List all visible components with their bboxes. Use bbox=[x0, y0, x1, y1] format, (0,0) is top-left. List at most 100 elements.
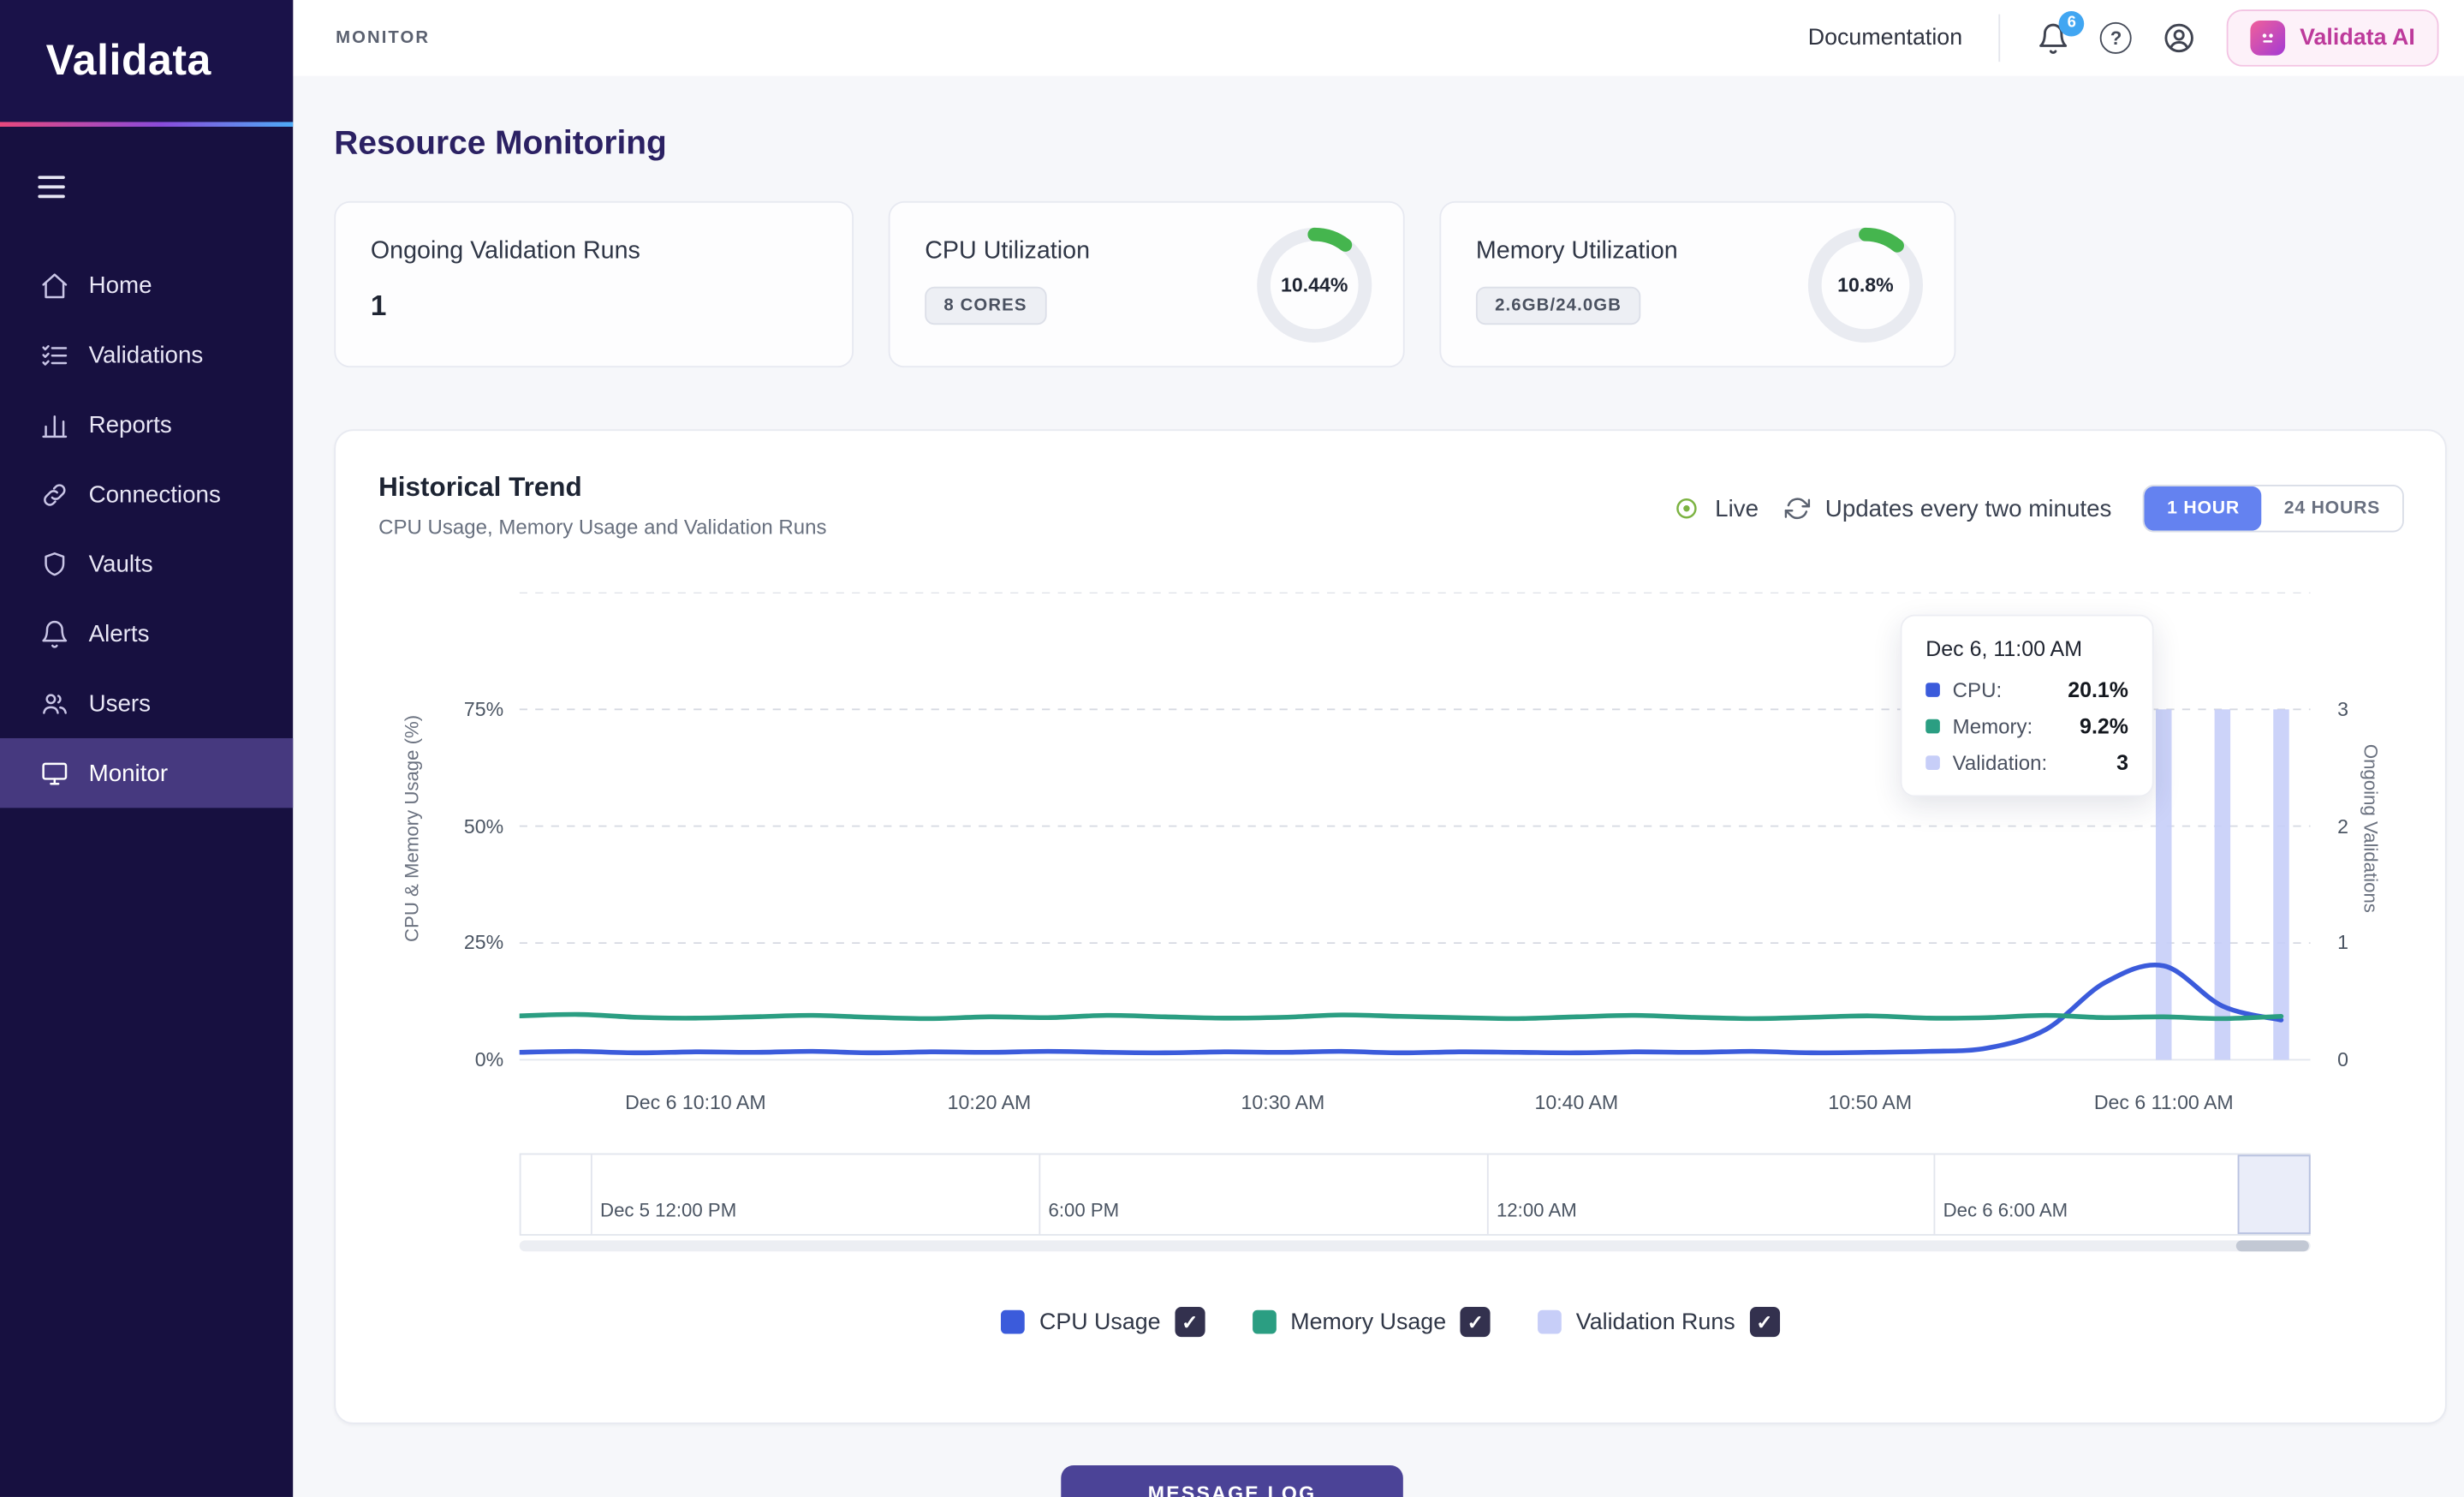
stat-card-cpu: CPU Utilization 8 CORES 10.44% bbox=[889, 201, 1405, 367]
sidebar-item-alerts[interactable]: Alerts bbox=[0, 599, 293, 669]
y-tick-left: 25% bbox=[464, 928, 503, 957]
legend-checkbox-validation[interactable] bbox=[1749, 1307, 1779, 1337]
message-log-button[interactable]: MESSAGE LOG bbox=[1061, 1465, 1403, 1497]
checklist-icon bbox=[39, 340, 69, 370]
x-tick: 10:30 AM bbox=[1172, 1091, 1394, 1113]
help-icon bbox=[2100, 22, 2132, 54]
cpu-cores-badge: 8 CORES bbox=[925, 287, 1046, 325]
validata-ai-icon bbox=[2251, 21, 2286, 56]
validation-bar bbox=[2156, 709, 2171, 1059]
chart-scrollbar-thumb[interactable] bbox=[2236, 1240, 2309, 1251]
legend-checkbox-cpu[interactable] bbox=[1175, 1307, 1205, 1337]
logo-area: Validata bbox=[0, 0, 293, 122]
legend-item-cpu: CPU Usage bbox=[1002, 1307, 1205, 1337]
stat-title: CPU Utilization bbox=[925, 237, 1090, 265]
shield-icon bbox=[39, 549, 69, 579]
users-icon bbox=[39, 689, 69, 719]
brand-logo[interactable]: Validata bbox=[46, 37, 211, 86]
historical-trend-card: Historical Trend CPU Usage, Memory Usage… bbox=[334, 429, 2446, 1424]
stat-title: Ongoing Validation Runs bbox=[371, 237, 818, 265]
memory-swatch bbox=[1925, 719, 1940, 734]
stat-title: Memory Utilization bbox=[1476, 237, 1678, 265]
sidebar-item-label: Connections bbox=[89, 481, 221, 508]
series-memory-usage bbox=[520, 1015, 2282, 1019]
account-icon bbox=[2162, 21, 2197, 56]
sidebar-item-reports[interactable]: Reports bbox=[0, 390, 293, 459]
sidebar-item-monitor[interactable]: Monitor bbox=[0, 738, 293, 808]
chart-tooltip: Dec 6, 11:00 AM CPU: 20.1% Memory: 9.2% … bbox=[1901, 615, 2154, 797]
sidebar-nav: Home Validations Reports Connections Vau… bbox=[0, 251, 293, 808]
x-tick: 10:40 AM bbox=[1466, 1091, 1687, 1113]
legend-label-cpu: CPU Usage bbox=[1039, 1309, 1161, 1335]
cpu-swatch bbox=[1925, 683, 1940, 697]
x-tick: 10:50 AM bbox=[1759, 1091, 1981, 1113]
account-button[interactable] bbox=[2162, 21, 2197, 56]
bar-chart-icon bbox=[39, 409, 69, 439]
notification-badge: 6 bbox=[2059, 10, 2085, 36]
brush-tick-label: Dec 5 12:00 PM bbox=[600, 1199, 736, 1221]
brand-gradient-divider bbox=[0, 122, 293, 127]
sidebar-item-label: Reports bbox=[89, 411, 172, 438]
breadcrumb: MONITOR bbox=[336, 28, 430, 47]
chart-legend: CPU Usage Memory Usage Validation Runs bbox=[336, 1307, 2445, 1337]
y-tick-left: 0% bbox=[475, 1046, 503, 1074]
y-tick-right: 0 bbox=[2337, 1046, 2348, 1074]
sidebar-item-home[interactable]: Home bbox=[0, 251, 293, 320]
validation-swatch bbox=[1925, 755, 1940, 770]
tooltip-row-memory: Memory: 9.2% bbox=[1925, 714, 2128, 738]
sidebar-item-label: Home bbox=[89, 272, 152, 299]
cpu-percent-label: 10.44% bbox=[1254, 224, 1375, 345]
legend-checkbox-memory[interactable] bbox=[1461, 1307, 1491, 1337]
y-tick-right: 1 bbox=[2337, 928, 2348, 957]
link-icon bbox=[39, 480, 69, 510]
legend-swatch-validation bbox=[1538, 1310, 1562, 1334]
x-tick: Dec 6 10:10 AM bbox=[585, 1091, 806, 1113]
y-tick-right: 3 bbox=[2337, 695, 2348, 724]
sidebar-item-label: Users bbox=[89, 690, 151, 717]
brush-tick-line bbox=[1487, 1154, 1489, 1233]
memory-usage-badge: 2.6GB/24.0GB bbox=[1476, 287, 1640, 325]
brush-tick-label: 12:00 AM bbox=[1497, 1199, 1577, 1221]
sidebar-toggle-button[interactable] bbox=[38, 176, 64, 198]
documentation-link[interactable]: Documentation bbox=[1808, 26, 1962, 51]
legend-label-validation: Validation Runs bbox=[1576, 1309, 1735, 1335]
series-cpu-usage bbox=[520, 965, 2282, 1053]
memory-percent-label: 10.8% bbox=[1806, 224, 1926, 345]
hamburger-icon bbox=[38, 176, 64, 179]
validata-ai-button[interactable]: Validata AI bbox=[2227, 9, 2439, 67]
validata-ai-label: Validata AI bbox=[2300, 26, 2415, 51]
notifications-button[interactable]: 6 bbox=[2037, 21, 2070, 55]
sidebar-item-users[interactable]: Users bbox=[0, 669, 293, 738]
legend-swatch-cpu bbox=[1002, 1310, 1026, 1334]
main-content: Resource Monitoring Ongoing Validation R… bbox=[293, 76, 2464, 1497]
y-tick-left: 50% bbox=[464, 812, 503, 840]
brush-tick-label: 6:00 PM bbox=[1049, 1199, 1120, 1221]
y-tick-left: 75% bbox=[464, 695, 503, 724]
topbar-right: Documentation 6 Validata AI bbox=[1808, 9, 2439, 67]
sidebar-item-label: Alerts bbox=[89, 620, 150, 647]
sidebar-item-label: Validations bbox=[89, 342, 204, 368]
chart-scrollbar[interactable] bbox=[520, 1240, 2311, 1251]
brush-selection[interactable] bbox=[2238, 1154, 2311, 1233]
sidebar-item-vaults[interactable]: Vaults bbox=[0, 529, 293, 599]
sidebar-item-label: Vaults bbox=[89, 551, 153, 577]
legend-item-validation-runs: Validation Runs bbox=[1538, 1307, 1779, 1337]
stat-card-ongoing-runs: Ongoing Validation Runs 1 bbox=[334, 201, 854, 367]
memory-donut-chart: 10.8% bbox=[1806, 224, 1926, 345]
tooltip-row-cpu: CPU: 20.1% bbox=[1925, 678, 2128, 702]
legend-swatch-memory bbox=[1253, 1310, 1277, 1334]
sidebar-item-connections[interactable]: Connections bbox=[0, 460, 293, 529]
cpu-donut-chart: 10.44% bbox=[1254, 224, 1375, 345]
y-axis-label-left: CPU & Memory Usage (%) bbox=[401, 591, 423, 1066]
help-button[interactable] bbox=[2100, 22, 2132, 54]
sidebar-item-validations[interactable]: Validations bbox=[0, 320, 293, 390]
brush-tick-line bbox=[591, 1154, 592, 1233]
stat-cards-row: Ongoing Validation Runs 1 CPU Utilizatio… bbox=[334, 201, 2421, 367]
y-axis-label-right: Ongoing Validations bbox=[2360, 591, 2382, 1066]
sidebar-item-label: Monitor bbox=[89, 760, 169, 786]
brush-tick-line bbox=[1039, 1154, 1040, 1233]
topbar: MONITOR Documentation 6 Validata AI bbox=[293, 0, 2464, 76]
trend-chart: CPU & Memory Usage (%) Ongoing Validatio… bbox=[336, 431, 2445, 1422]
monitor-icon bbox=[39, 758, 69, 788]
brush-timeline[interactable]: Dec 5 12:00 PM6:00 PM12:00 AMDec 6 6:00 … bbox=[520, 1154, 2311, 1236]
